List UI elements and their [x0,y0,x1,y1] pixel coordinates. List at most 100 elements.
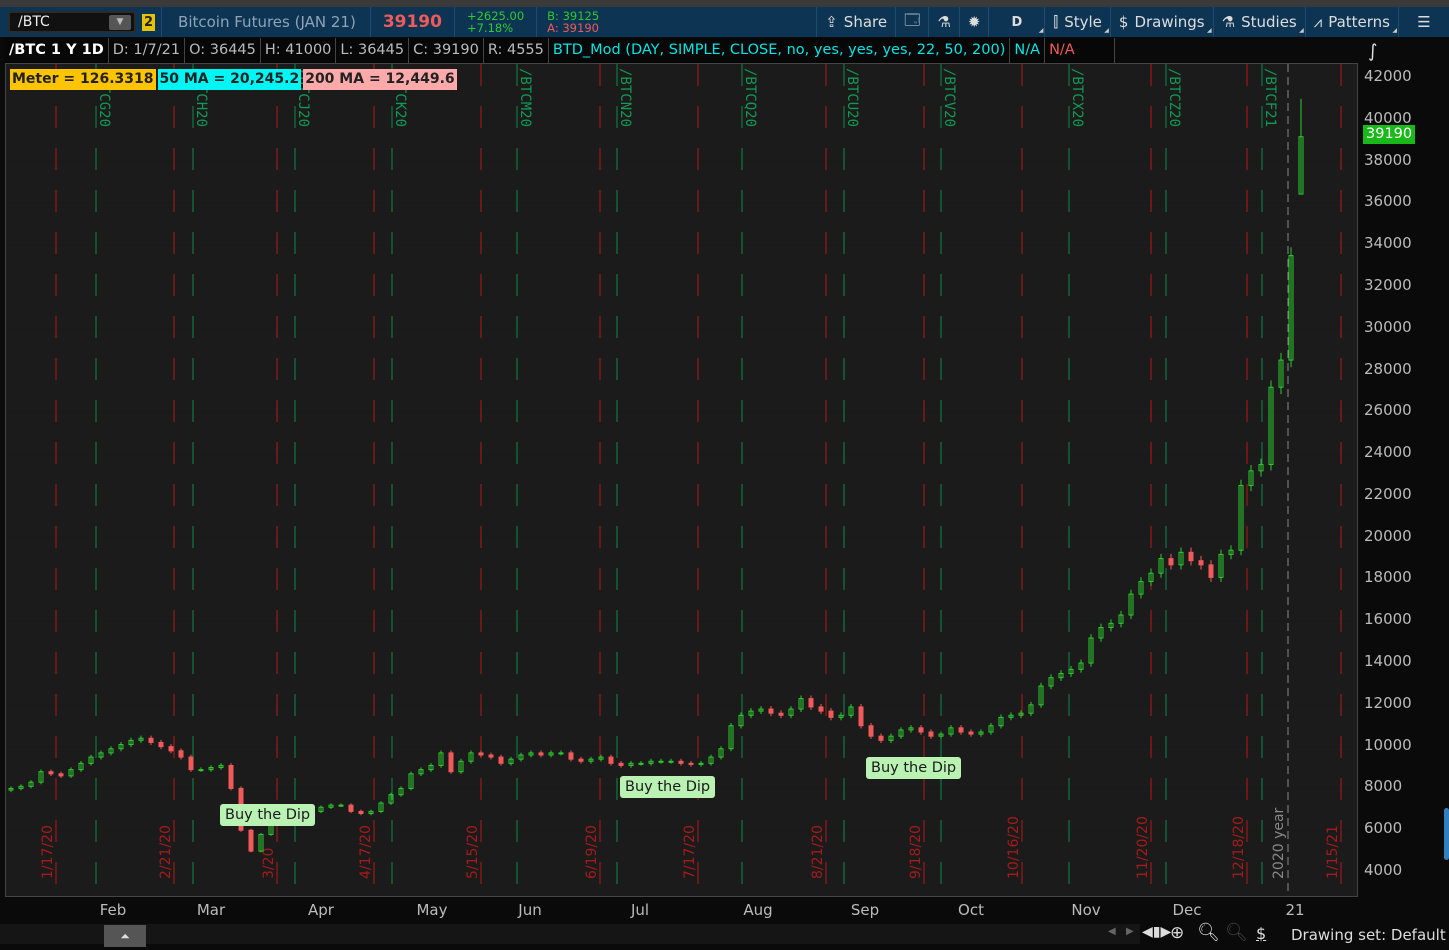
bar-close: C: 39190 [409,38,484,63]
buy-the-dip-label: Buy the Dip [866,757,962,779]
time-tick-label: Sep [850,901,880,919]
expiry-date-label: 12/18/20 [1231,816,1247,879]
expiry-date-label: 1/17/20 [40,825,56,879]
candle-body [48,771,54,775]
candle-body [638,762,644,765]
candle-body [538,752,544,756]
dollar-icon: $ [1118,13,1129,31]
contract-label: /BTCN20 [617,68,633,127]
patterns-button[interactable]: ⩘ Patterns ◢ [1306,7,1399,37]
price-tick-label: 6000 [1364,819,1403,838]
expiry-date-label: 4/17/20 [358,825,374,879]
time-tick-label: Nov [1071,901,1101,919]
candle-body [818,706,824,712]
expand-icon[interactable]: ◀▮▶ [1142,924,1171,940]
price-axis[interactable]: ∫ 4000 6000 8000 10000 12000 14000 16000 18000 2… [1358,41,1449,897]
candle-body [1168,558,1174,566]
symbol-dropdown-icon[interactable]: ▼ [109,15,131,30]
buy-the-dip-label: Buy the Dip [220,804,316,826]
share-icon: ⇪ [825,13,838,31]
time-tick-label: Jun [518,901,542,919]
expiry-date-label: 8/21/20 [810,825,826,879]
price-chart[interactable]: 1/17/20 2/21/20 3/20 4/17/20 5/15/20 6/19/20 7… [5,63,1358,897]
drawing-set-label[interactable]: Drawing set: Default [1291,926,1446,944]
chart-toolbar: /BTC ▼ 2 Bitcoin Futures (JAN 21) 39190 +… [0,7,1449,37]
candle-body [768,708,774,714]
meter-badge: Meter = 126.3318 [10,69,156,90]
contract-label: /BTCU20 [844,68,860,127]
dollar-icon[interactable]: $ [1256,924,1266,943]
candle-body [358,810,364,815]
last-price: 39190 [382,12,442,32]
flask-icon: ⚗ [937,13,951,31]
expiry-date-label: 2/21/20 [158,825,174,879]
bar-open: O: 36445 [185,38,261,63]
contract-label: /BTCQ20 [742,68,758,127]
time-axis[interactable]: Feb Mar Apr May Jun Jul Aug Sep Oct Nov Dec 21 [5,897,1358,922]
candle-body [448,752,454,773]
drawings-button[interactable]: $ Drawings ◢ [1111,7,1214,37]
crosshair-icon[interactable]: ⊕ [1170,923,1184,943]
candle-body [338,804,344,807]
study-badges: Meter = 126.3318 50 MA = 20,245.2 200 MA… [10,69,457,90]
candle-body [928,731,934,737]
candle-body [148,737,154,743]
link-group-badge[interactable]: 2 [142,13,156,31]
last-price-tag: 39190 [1363,125,1416,144]
candle-body [868,725,874,737]
scrollbar-handle[interactable] [1444,808,1449,860]
bar-high: H: 41000 [261,38,337,63]
candle-body [1198,560,1204,566]
study-label[interactable]: BTD_Mod (DAY, SIMPLE, CLOSE, no, yes, ye… [549,38,1011,63]
candle-body [678,760,684,764]
contract-label: /BTCV20 [941,68,957,127]
price-tick-label: 20000 [1364,526,1412,545]
bottom-bar: ⏶ ◀ ▶ ◀▮▶ ⊕ 🔍︎ 🔍︎ $ Drawing set: Default [0,922,1449,950]
expiry-date-label: 3/20 [261,848,277,879]
year-label: 2020 year [1271,807,1287,879]
zoom-out-icon[interactable]: 🔍︎ [1225,922,1248,943]
candle-body [348,804,354,812]
horizontal-scrollbar[interactable] [0,924,1140,944]
candle-body [808,698,814,708]
price-tick-label: 14000 [1364,652,1412,671]
price-tick-label: 12000 [1364,693,1412,712]
symbol-input[interactable]: /BTC ▼ [8,11,136,33]
candle-body [568,752,574,760]
flask-icon: ⚗ [1221,13,1236,31]
studies-button[interactable]: ⚗ Studies ◢ [1214,7,1306,37]
scroll-thumb[interactable]: ⏶ [104,925,146,947]
info-button[interactable]: 🗔 [896,7,930,37]
candle-body [498,756,504,764]
patterns-icon: ⩘ [1313,13,1323,31]
scroll-left-icon[interactable]: ◀ [1108,926,1116,937]
ma200-badge: 200 MA = 12,449.6 [303,69,457,90]
scale-icon[interactable]: ∫ [1368,41,1377,62]
flask-button[interactable]: ⚗ [929,7,960,37]
expiry-date-label: 11/20/20 [1135,816,1151,879]
candle-body [168,746,174,752]
time-tick-label: 21 [1285,901,1305,919]
settings-button[interactable]: ✹ [960,7,990,37]
time-tick-label: Dec [1172,901,1202,919]
expiry-date-label: 10/16/20 [1006,816,1022,879]
share-button[interactable]: ⇪ Share [817,7,897,37]
candle-body [578,758,584,762]
scroll-right-icon[interactable]: ▶ [1126,926,1134,937]
candle-body [618,762,624,766]
ma50-badge: 50 MA = 20,245.2 [157,69,302,90]
price-tick-label: 34000 [1364,234,1412,253]
contract-label: /BTCM20 [517,68,533,127]
expiry-date-label: 5/15/20 [465,825,481,879]
timeframe-button[interactable]: D ◢ [989,7,1046,37]
zoom-in-icon[interactable]: 🔍︎ [1197,922,1220,943]
menu-button[interactable]: ☰ [1399,7,1449,37]
candle-body [958,727,964,733]
candle-body [488,754,494,758]
price-tick-label: 30000 [1364,317,1412,336]
style-button[interactable]: ⫿ Style ◢ [1045,7,1111,37]
candle-body [858,706,864,727]
time-tick-label: Aug [743,901,773,919]
info-icon: 🗔 [904,10,921,29]
candle-body [188,756,194,771]
